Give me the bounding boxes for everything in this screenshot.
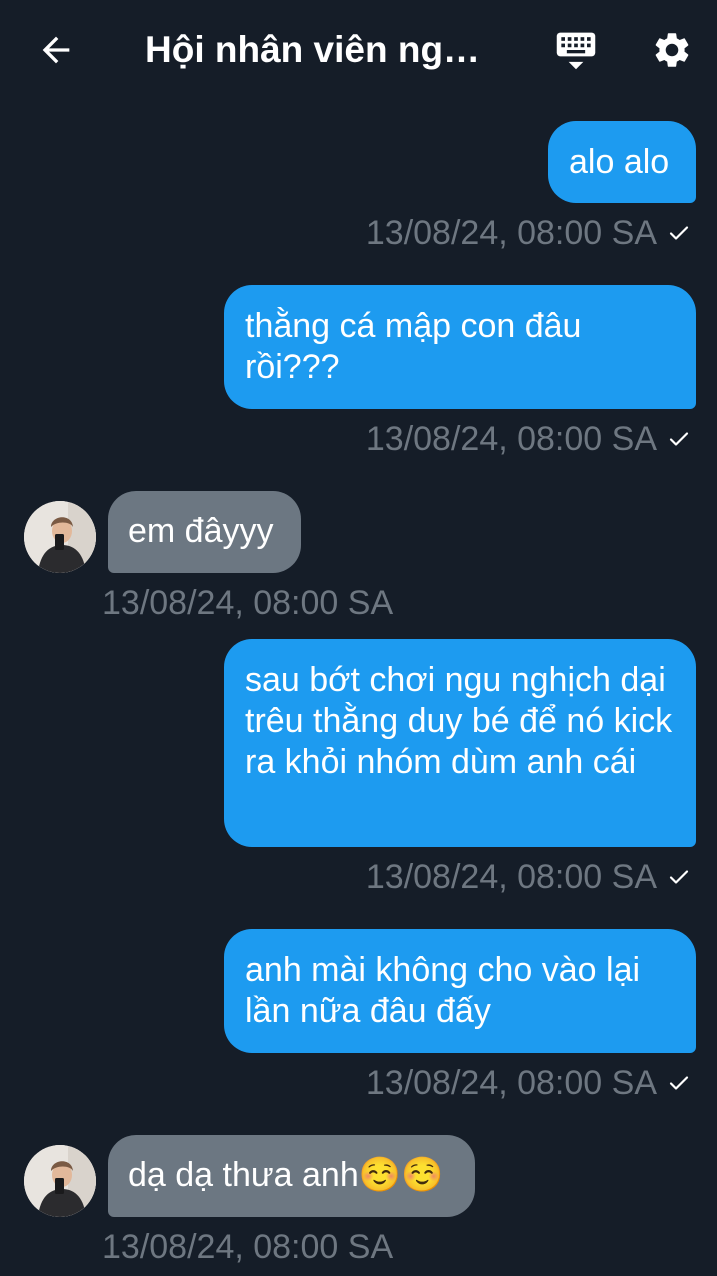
keyboard-button[interactable]	[548, 22, 604, 78]
message-bubble-outgoing[interactable]: thằng cá mập con đâu rồi???	[224, 285, 696, 409]
message-text: em đâyyy	[128, 512, 274, 550]
sent-check-icon	[669, 1076, 689, 1090]
settings-button[interactable]	[644, 22, 700, 78]
avatar[interactable]	[24, 1145, 96, 1217]
message-text: dạ dạ thưa anh☺️☺️	[128, 1156, 444, 1194]
message-bubble-incoming[interactable]: dạ dạ thưa anh☺️☺️	[108, 1135, 475, 1217]
message-bubble-incoming[interactable]: em đâyyy	[108, 491, 301, 573]
message-timestamp: 13/08/24, 08:00 SA	[366, 1063, 691, 1103]
back-button[interactable]	[28, 22, 84, 78]
chat-title: Hội nhân viên ng…	[145, 29, 481, 70]
avatar-photo	[24, 501, 96, 573]
chat-header: Hội nhân viên ng…	[0, 0, 717, 100]
message-text: thằng cá mập con đâu rồi???	[245, 307, 582, 386]
message-bubble-outgoing[interactable]: sau bớt chơi ngu nghịch dại trêu thằng d…	[224, 639, 696, 847]
message-text: alo alo	[569, 143, 670, 181]
message-timestamp: 13/08/24, 08:00 SA	[366, 213, 691, 253]
sent-check-icon	[669, 226, 689, 240]
message-bubble-outgoing[interactable]: alo alo	[548, 121, 696, 203]
arrow-left-icon	[42, 36, 70, 64]
message-text: sau bớt chơi ngu nghịch dại trêu thằng d…	[245, 661, 673, 781]
gear-icon	[655, 33, 689, 67]
sent-check-icon	[669, 870, 689, 884]
message-timestamp: 13/08/24, 08:00 SA	[366, 419, 691, 459]
message-bubble-outgoing[interactable]: anh mài không cho vào lại lần nữa đâu đấ…	[224, 929, 696, 1053]
chat-screen: Hội nhân viên ng… alo alo 13/08/24, 08:0…	[0, 0, 717, 1276]
keyboard-icon	[556, 32, 596, 70]
message-text: anh mài không cho vào lại lần nữa đâu đấ…	[245, 951, 641, 1030]
message-timestamp: 13/08/24, 08:00 SA	[366, 857, 691, 897]
sent-check-icon	[669, 432, 689, 446]
message-timestamp: 13/08/24, 08:00 SA	[102, 584, 394, 622]
avatar-photo	[24, 1145, 96, 1217]
message-timestamp: 13/08/24, 08:00 SA	[102, 1228, 394, 1266]
avatar[interactable]	[24, 501, 96, 573]
